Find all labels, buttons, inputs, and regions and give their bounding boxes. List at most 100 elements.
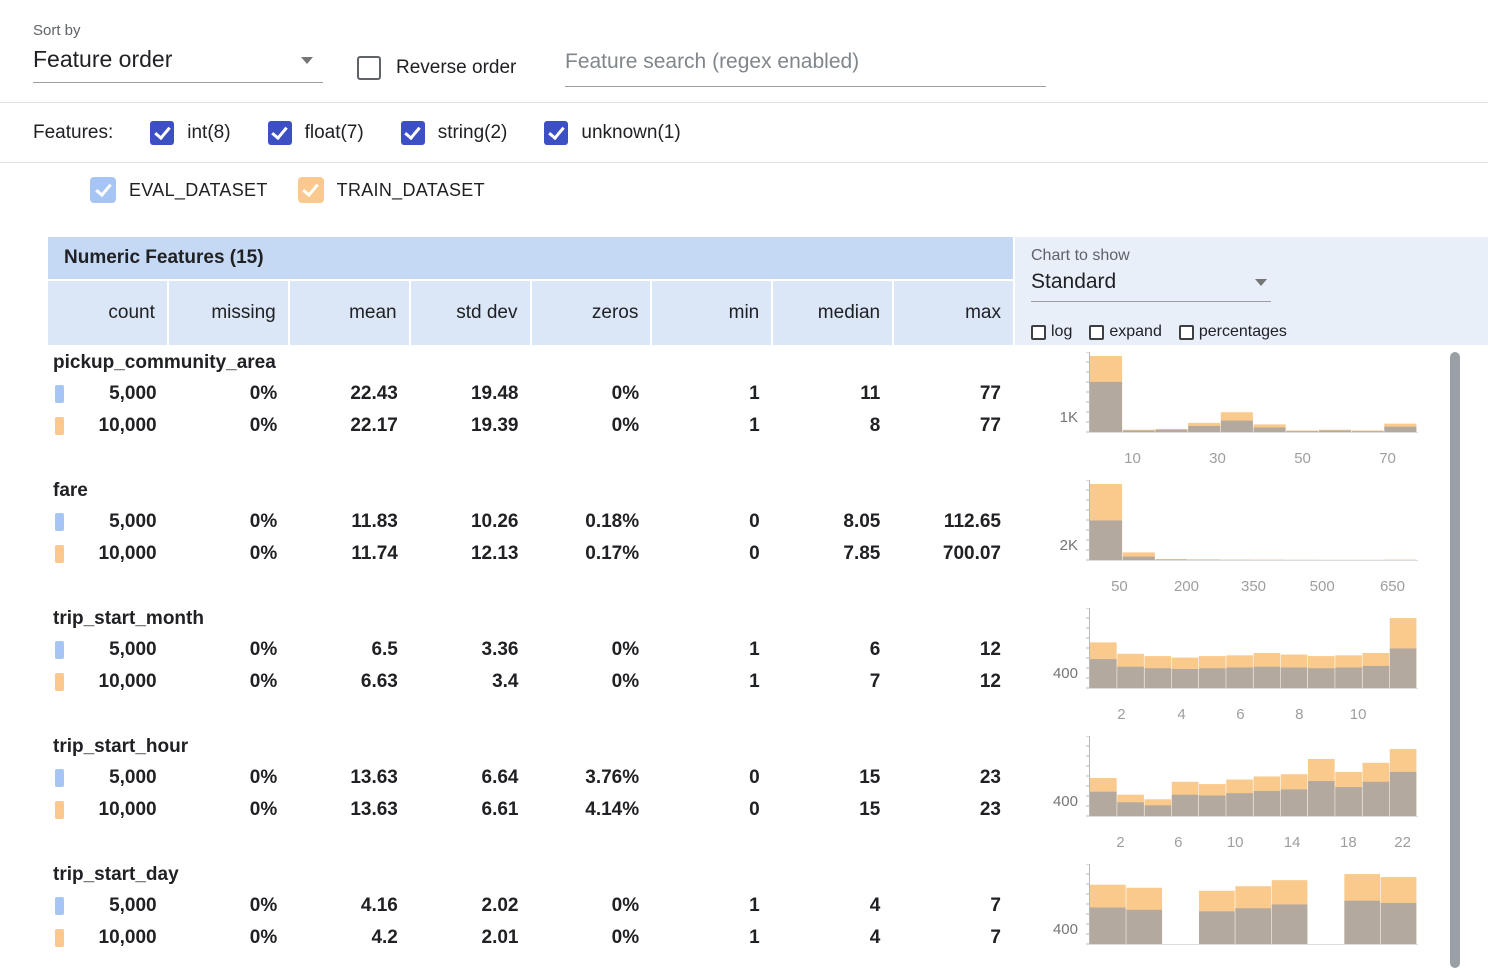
eval-stats-row: 5,0000%11.8310.260.18%08.05112.65 — [48, 506, 1013, 538]
feature-search-input[interactable] — [565, 48, 1046, 87]
eval-color-chip — [55, 513, 64, 531]
checkbox-checked-icon[interactable] — [544, 121, 568, 145]
stat-cell: 0% — [531, 922, 652, 954]
stat-cell: 8 — [772, 410, 893, 442]
chevron-down-icon — [301, 57, 313, 64]
stat-cell: 0 — [651, 762, 772, 794]
train-color-chip — [55, 673, 64, 691]
stat-cell: 0% — [169, 922, 290, 954]
stat-cell: 13.63 — [289, 794, 410, 826]
feature-name: trip_start_hour — [48, 732, 1013, 762]
checkbox-icon[interactable] — [357, 56, 381, 80]
chart-x-tick-label: 22 — [1394, 834, 1411, 851]
stat-cell: 4 — [772, 922, 893, 954]
eval-stats-row: 5,0000%13.636.643.76%01523 — [48, 762, 1013, 794]
reverse-order-checkbox[interactable]: Reverse order — [357, 56, 516, 80]
stat-cell: 5,000 — [48, 634, 169, 666]
train-stats-row: 10,0000%11.7412.130.17%07.85700.07 — [48, 538, 1013, 570]
stat-cell: 4 — [772, 890, 893, 922]
stat-cell: 4.14% — [531, 794, 652, 826]
histogram-svg — [1086, 864, 1421, 968]
stat-cell: 0% — [531, 378, 652, 410]
stat-cell: 0% — [169, 762, 290, 794]
checkbox-icon[interactable] — [1179, 325, 1194, 340]
stat-cell: 0 — [651, 794, 772, 826]
dataset-legend-row: EVAL_DATASET TRAIN_DATASET — [90, 164, 485, 216]
chart-x-tick-label: 500 — [1310, 578, 1335, 595]
train-dataset-label: TRAIN_DATASET — [337, 180, 485, 201]
filter-float-label: float(7) — [305, 122, 364, 144]
train-dataset-toggle[interactable]: TRAIN_DATASET — [298, 177, 485, 203]
stat-cell: 10,000 — [48, 666, 169, 698]
feature-block: trip_start_month5,0000%6.53.360%161210,0… — [48, 604, 1013, 698]
sort-by-select[interactable]: Feature order — [33, 39, 323, 83]
checkbox-checked-icon[interactable] — [150, 121, 174, 145]
eval-color-chip — [55, 385, 64, 403]
checkbox-checked-icon[interactable] — [401, 121, 425, 145]
log-toggle[interactable]: log — [1031, 323, 1072, 341]
stat-cell: 10,000 — [48, 410, 169, 442]
stat-cell: 112.65 — [892, 506, 1013, 538]
train-color-chip — [55, 545, 64, 563]
chart-x-tick-label: 18 — [1340, 834, 1357, 851]
stat-cell: 15 — [772, 762, 893, 794]
feature-name: trip_start_month — [48, 604, 1013, 634]
stat-cell: 12.13 — [410, 538, 531, 570]
filter-int-checkbox[interactable]: int(8) — [150, 121, 230, 145]
chart-x-tick-label: 6 — [1174, 834, 1182, 851]
filter-float-checkbox[interactable]: float(7) — [268, 121, 364, 145]
chart-y-axis-label: 400 — [1030, 665, 1078, 682]
stat-cell: 700.07 — [892, 538, 1013, 570]
stat-cell: 22.43 — [289, 378, 410, 410]
eval-checkbox-icon[interactable] — [90, 177, 116, 203]
feature-block: pickup_community_area5,0000%22.4319.480%… — [48, 348, 1013, 442]
stat-cell: 0% — [169, 538, 290, 570]
train-checkbox-icon[interactable] — [298, 177, 324, 203]
train-color-chip — [55, 417, 64, 435]
stat-cell: 6.64 — [410, 762, 531, 794]
eval-dataset-label: EVAL_DATASET — [129, 180, 268, 201]
stat-cell: 1 — [651, 410, 772, 442]
stat-cell: 3.36 — [410, 634, 531, 666]
histogram-svg: 2610141822 — [1086, 736, 1421, 854]
eval-dataset-toggle[interactable]: EVAL_DATASET — [90, 177, 268, 203]
percentages-label: percentages — [1199, 323, 1287, 341]
sort-by-label: Sort by — [33, 22, 323, 39]
stat-cell: 4.2 — [289, 922, 410, 954]
stat-cell: 1 — [651, 922, 772, 954]
stat-cell: 7 — [892, 890, 1013, 922]
stat-cell: 1 — [651, 378, 772, 410]
stat-cell: 6.61 — [410, 794, 531, 826]
stat-cell: 0 — [651, 538, 772, 570]
checkbox-icon[interactable] — [1089, 325, 1104, 340]
checkbox-icon[interactable] — [1031, 325, 1046, 340]
histogram-svg: 246810 — [1086, 608, 1421, 726]
stat-cell: 0% — [169, 666, 290, 698]
histogram-svg: 50200350500650 — [1086, 480, 1421, 598]
stat-cell: 13.63 — [289, 762, 410, 794]
filter-unknown-checkbox[interactable]: unknown(1) — [544, 121, 680, 145]
stat-cell: 11 — [772, 378, 893, 410]
stat-cell: 19.48 — [410, 378, 531, 410]
filter-string-checkbox[interactable]: string(2) — [401, 121, 508, 145]
stat-cell: 1 — [651, 890, 772, 922]
col-header-std-dev: std dev — [411, 281, 530, 345]
stat-cell: 0% — [169, 890, 290, 922]
chart-x-tick-label: 30 — [1209, 450, 1226, 467]
chart-type-select[interactable]: Standard — [1031, 265, 1271, 302]
percentages-toggle[interactable]: percentages — [1179, 323, 1287, 341]
feature-histogram: 400 — [1030, 864, 1432, 968]
sort-by-value: Feature order — [33, 46, 172, 72]
stat-cell: 5,000 — [48, 378, 169, 410]
expand-toggle[interactable]: expand — [1089, 323, 1162, 341]
stat-cell: 5,000 — [48, 506, 169, 538]
stat-cell: 0% — [169, 794, 290, 826]
chart-controls-panel: Chart to show Standard log expand percen… — [1015, 237, 1488, 345]
feature-block: fare5,0000%11.8310.260.18%08.05112.6510,… — [48, 476, 1013, 570]
vertical-scrollbar[interactable] — [1450, 352, 1460, 968]
histogram-svg: 10305070 — [1086, 352, 1421, 470]
eval-stats-row: 5,0000%22.4319.480%11177 — [48, 378, 1013, 410]
checkbox-checked-icon[interactable] — [268, 121, 292, 145]
col-header-min: min — [652, 281, 771, 345]
chart-x-tick-label: 650 — [1380, 578, 1405, 595]
